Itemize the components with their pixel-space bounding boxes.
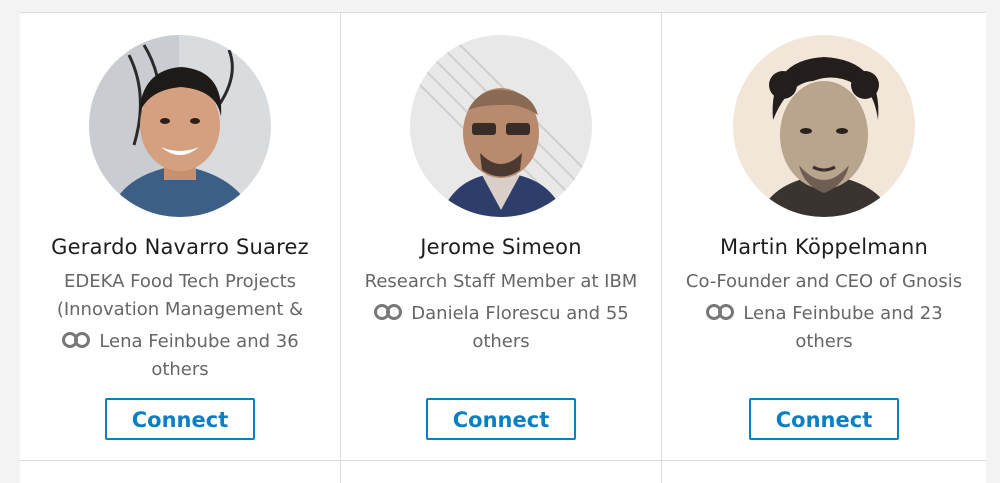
shared-connections-text-cont: others [795,331,853,352]
headline-line: EDEKA Food Tech Projects [63,271,296,292]
shared-connections-text: Daniela Florescu and 55 [411,303,629,324]
shared-connections-text: Lena Feinbube and 23 [743,303,943,324]
person-headline: EDEKA Food Tech Projects (Innovation Man… [20,268,340,324]
connect-button[interactable]: Connect [749,398,899,440]
person-headline: Co-Founder and CEO of Gnosis [662,268,986,296]
avatar[interactable] [733,35,915,217]
shared-connections-icon [374,304,403,320]
headline-line: Research Staff Member at IBM [364,271,638,292]
headline-line: Co-Founder and CEO of Gnosis [685,271,963,292]
people-suggestions-grid: Gerardo Navarro Suarez EDEKA Food Tech P… [20,12,986,483]
connect-button[interactable]: Connect [426,398,576,440]
avatar[interactable] [89,35,271,217]
connect-button[interactable]: Connect [105,398,255,440]
person-name[interactable]: Gerardo Navarro Suarez [20,235,340,259]
divider [20,460,340,461]
person-card: Jerome Simeon Research Staff Member at I… [341,13,662,483]
shared-connections-text-cont: others [151,359,209,380]
person-card: Martin Köppelmann Co-Founder and CEO of … [662,13,986,483]
shared-connections-icon [62,332,91,348]
shared-connections[interactable]: Daniela Florescu and 55 others [341,300,661,356]
person-card: Gerardo Navarro Suarez EDEKA Food Tech P… [20,13,341,483]
avatar[interactable] [410,35,592,217]
shared-connections[interactable]: Lena Feinbube and 23 others [662,300,986,356]
divider [341,460,661,461]
shared-connections-text-cont: others [472,331,530,352]
person-name[interactable]: Jerome Simeon [341,235,661,259]
headline-line: (Innovation Management & [56,299,304,320]
divider [662,460,986,461]
shared-connections-icon [706,304,735,320]
shared-connections[interactable]: Lena Feinbube and 36 others [20,328,340,384]
person-name[interactable]: Martin Köppelmann [662,235,986,259]
shared-connections-text: Lena Feinbube and 36 [99,331,299,352]
person-headline: Research Staff Member at IBM [341,268,661,296]
